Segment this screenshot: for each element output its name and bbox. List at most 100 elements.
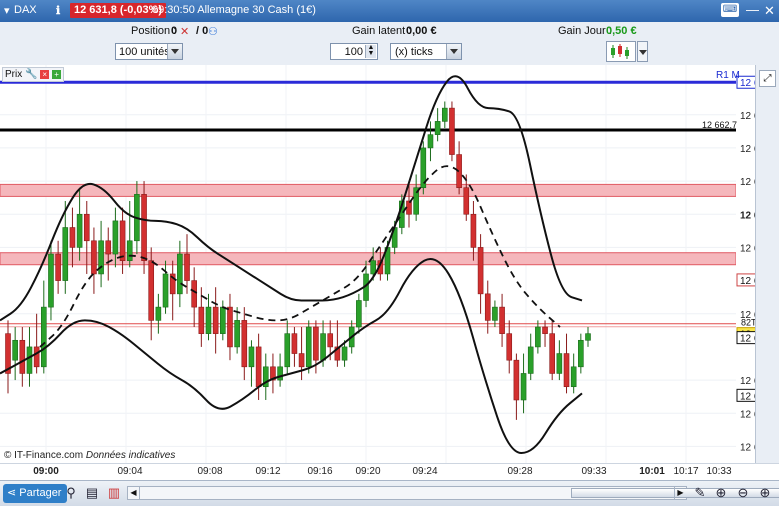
support-resistance-zone bbox=[0, 252, 737, 266]
info-bar: Position : 0 ✕ / 0 ⚇ Gain latent : 0,00 … bbox=[0, 22, 779, 40]
share-icon: ⋖ bbox=[7, 487, 17, 499]
candle-body bbox=[535, 326, 541, 348]
level-label: 12 662,7 bbox=[702, 120, 737, 130]
scroll-right-icon[interactable]: ▶ bbox=[674, 487, 686, 499]
wrench-icon[interactable]: 🔧 bbox=[25, 69, 37, 80]
candle-body bbox=[470, 213, 477, 248]
expand-icon[interactable]: ⤢ bbox=[759, 70, 776, 87]
time-tick-label: 09:04 bbox=[117, 466, 143, 477]
candle-body bbox=[105, 240, 112, 255]
candle-body bbox=[427, 134, 434, 149]
candle-body bbox=[341, 346, 348, 361]
price-chart[interactable]: 12 66512 66012 65512 65012 64512 63512 6… bbox=[0, 65, 779, 463]
data-note: Données indicatives bbox=[85, 450, 176, 461]
candle-body bbox=[184, 253, 190, 281]
candle-body bbox=[527, 346, 534, 374]
chart-type-button[interactable] bbox=[606, 41, 636, 62]
zoom-out-icon[interactable]: ⊖ bbox=[735, 485, 751, 501]
add-indicator-icon[interactable]: + bbox=[52, 70, 62, 79]
candles-icon bbox=[611, 44, 629, 59]
candle-body bbox=[55, 253, 61, 281]
zoom-in-icon[interactable]: ⊕ bbox=[757, 485, 773, 501]
candle-body bbox=[62, 227, 69, 281]
position-label: Position : bbox=[131, 25, 177, 37]
indicators-icon[interactable]: ▥ bbox=[106, 485, 122, 501]
candle-body bbox=[298, 353, 305, 368]
candle-body bbox=[41, 306, 47, 368]
ticks-stepper[interactable]: 100 ▲ ▼ bbox=[330, 43, 378, 60]
candle-body bbox=[305, 326, 312, 368]
candle-body bbox=[499, 306, 505, 334]
title-bar: ▾ DAX ℹ 12 631,8 (-0,03%) 09:30:50 Allem… bbox=[0, 0, 779, 22]
candle-body bbox=[477, 247, 484, 295]
close-icon[interactable]: ✕ bbox=[764, 3, 775, 19]
candle-body bbox=[91, 240, 97, 275]
price-tick-label: 12 625 bbox=[740, 376, 755, 387]
time-tick-label: 09:20 bbox=[355, 466, 381, 477]
chart-type-dropdown[interactable] bbox=[637, 41, 648, 62]
candle-body bbox=[549, 333, 555, 374]
time-tick-label: 09:33 bbox=[581, 466, 607, 477]
price-tag-label: 12 640,1 bbox=[740, 276, 755, 287]
time-tick-label: 10:01 bbox=[639, 466, 665, 477]
draw-tools-icon[interactable]: ✎ bbox=[692, 485, 708, 501]
candle-body bbox=[291, 333, 298, 354]
candle-body bbox=[513, 359, 520, 401]
time-tick-label: 10:17 bbox=[673, 466, 699, 477]
minimize-icon[interactable]: — bbox=[746, 2, 759, 17]
candle-body bbox=[76, 213, 83, 248]
candle-body bbox=[563, 353, 570, 388]
price-axis-bg bbox=[736, 65, 755, 463]
remove-indicator-icon[interactable]: × bbox=[40, 70, 50, 79]
gain-latent-label: Gain latent : bbox=[352, 25, 412, 37]
ticks-unit-select[interactable]: (x) ticks bbox=[390, 43, 462, 60]
candle-body bbox=[255, 346, 262, 388]
menu-icon[interactable]: ▾ bbox=[4, 4, 10, 17]
candle-body bbox=[83, 213, 90, 242]
price-tick-label: 12 615 bbox=[740, 442, 755, 453]
candle-body bbox=[112, 220, 119, 255]
time-tick-label: 09:16 bbox=[307, 466, 333, 477]
ticks-unit-value: (x) ticks bbox=[395, 46, 433, 58]
orders-icon[interactable]: ⚇ bbox=[208, 25, 218, 38]
chart-area[interactable]: 12 66512 66012 65512 65012 64512 63512 6… bbox=[0, 65, 779, 463]
price-tick-label: 12 620 bbox=[740, 409, 755, 420]
chevron-down-icon[interactable] bbox=[446, 44, 461, 59]
keyboard-icon[interactable]: ⌨ bbox=[721, 3, 739, 17]
candle-body bbox=[141, 194, 147, 261]
candle-body bbox=[26, 346, 33, 374]
price-tick-label: 12 660 bbox=[740, 144, 755, 155]
chevron-down-icon[interactable] bbox=[167, 44, 182, 59]
time-tick-label: 09:24 bbox=[412, 466, 438, 477]
time-tick-label: 10:33 bbox=[706, 466, 732, 477]
compare-icon[interactable]: ⚲ bbox=[63, 485, 79, 501]
candle-body bbox=[320, 333, 326, 361]
candle-body bbox=[570, 366, 577, 388]
candle-body bbox=[520, 373, 527, 401]
candle-body bbox=[277, 366, 283, 381]
stepper-arrows-icon[interactable]: ▲ ▼ bbox=[365, 44, 376, 58]
instrument-name[interactable]: DAX bbox=[14, 4, 37, 16]
candle-body bbox=[177, 253, 183, 295]
quantity-select[interactable]: 100 unités bbox=[115, 43, 183, 60]
candle-body bbox=[48, 253, 54, 308]
candle-body bbox=[327, 333, 334, 348]
price-tag-label: 12 622,7 bbox=[740, 391, 755, 402]
candle-body bbox=[191, 280, 197, 308]
share-label: Partager bbox=[19, 487, 62, 499]
chevron-down-icon bbox=[639, 50, 647, 55]
candle-body bbox=[234, 320, 240, 348]
horizontal-scrollbar[interactable]: ◀ ▶ bbox=[127, 486, 779, 500]
candle-body bbox=[119, 220, 126, 261]
candle-body bbox=[484, 293, 491, 321]
r1m-label: R1 M bbox=[716, 70, 740, 81]
scroll-left-icon[interactable]: ◀ bbox=[128, 487, 140, 499]
info-icon[interactable]: ℹ bbox=[56, 4, 60, 17]
candle-body bbox=[248, 346, 255, 368]
candle-body bbox=[492, 306, 498, 321]
close-position-icon[interactable]: ✕ bbox=[180, 25, 189, 38]
zoom-fit-icon[interactable]: ⊕ bbox=[713, 485, 729, 501]
table-icon[interactable]: ▤ bbox=[84, 485, 100, 501]
candle-body bbox=[449, 107, 455, 155]
share-button[interactable]: ⋖ Partager bbox=[3, 484, 68, 503]
